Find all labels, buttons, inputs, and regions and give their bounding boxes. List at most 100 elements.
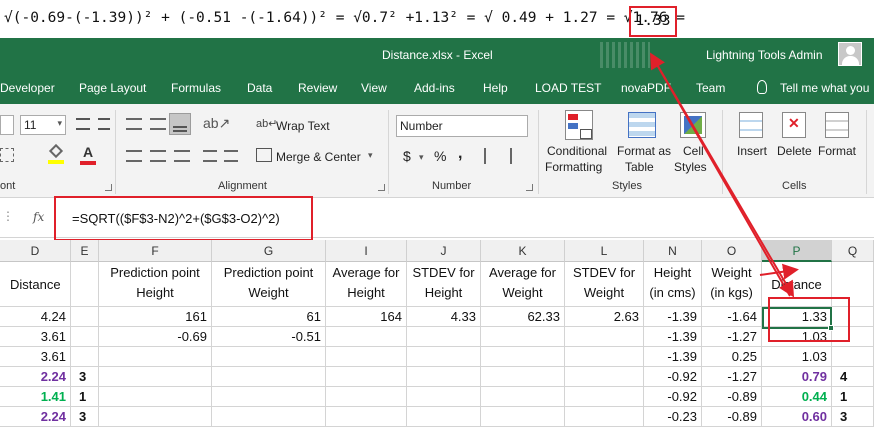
tab-add-ins[interactable]: Add-ins [414,81,455,95]
wrap-text-icon[interactable]: ab↵ [256,117,277,130]
column-header-k[interactable]: K [481,240,565,262]
decrease-indent-icon[interactable] [203,150,217,162]
cell-j-row-3[interactable]: 4.33 [407,307,481,327]
cell-o-row-8[interactable]: -0.89 [702,407,762,427]
top-align-icon[interactable] [126,118,142,130]
cell-e-row-3[interactable] [71,307,99,327]
cell-j-row-5[interactable] [407,347,481,367]
font-name-dropdown[interactable] [0,115,14,135]
cell-e-row-4[interactable] [71,327,99,347]
tab-help[interactable]: Help [483,81,508,95]
cell-l-row-8[interactable] [565,407,644,427]
column-header-l[interactable]: L [565,240,644,262]
cell-k-row-6[interactable] [481,367,565,387]
cell-d-row-5[interactable]: 3.61 [0,347,71,367]
tab-team[interactable]: Team [696,81,725,95]
insert-button[interactable]: Insert [737,144,767,158]
tab-review[interactable]: Review [298,81,337,95]
wrap-text-button[interactable]: Wrap Text [276,119,330,133]
align-center-icon[interactable] [150,150,166,162]
fill-color-icon[interactable] [48,143,64,164]
comma-button[interactable]: , [458,145,462,163]
increase-decimal-icon[interactable] [484,148,502,164]
tab-load-test[interactable]: LOAD TEST [535,81,601,95]
cell-n-row-7[interactable]: -0.92 [644,387,702,407]
header-average-weight[interactable]: Average for Weight [481,262,565,307]
tell-me-search[interactable]: Tell me what you [780,81,869,95]
cell-d-row-3[interactable]: 4.24 [0,307,71,327]
cell-d-row-6[interactable]: 2.24 [0,367,71,387]
delete-button[interactable]: Delete [777,144,812,158]
increase-indent-icon[interactable] [224,150,238,162]
header-distance[interactable]: Distance [0,262,71,307]
column-header-o[interactable]: O [702,240,762,262]
cell-p-row-6[interactable]: 0.79 [762,367,832,387]
more-options-icon[interactable]: ⋮ [2,209,14,223]
cell-n-row-8[interactable]: -0.23 [644,407,702,427]
cell-l-row-7[interactable] [565,387,644,407]
cell-n-row-6[interactable]: -0.92 [644,367,702,387]
tab-page-layout[interactable]: Page Layout [79,81,146,95]
cell-e-row-6[interactable]: 3 [71,367,99,387]
cell-k-row-8[interactable] [481,407,565,427]
avatar[interactable] [838,42,862,66]
cell-d-row-8[interactable]: 2.24 [0,407,71,427]
cell-o-row-7[interactable]: -0.89 [702,387,762,407]
align-left-icon[interactable] [126,150,142,162]
format-button[interactable]: Format [818,144,856,158]
bottom-align-icon[interactable] [169,113,191,135]
cell-j-row-4[interactable] [407,327,481,347]
decrease-decimal-icon[interactable] [510,148,528,164]
cell-i-row-6[interactable] [326,367,407,387]
cell-f-row-8[interactable] [99,407,212,427]
middle-align-icon[interactable] [150,118,166,130]
cell-p-row-8[interactable]: 0.60 [762,407,832,427]
number-dialog-launcher-icon[interactable] [526,184,533,191]
font-dialog-launcher-icon[interactable] [105,184,112,191]
cell-i-row-4[interactable] [326,327,407,347]
cell-j-row-8[interactable] [407,407,481,427]
cell-o-row-5[interactable]: 0.25 [702,347,762,367]
header-stdev-weight[interactable]: STDEV for Weight [565,262,644,307]
cell-l-row-5[interactable] [565,347,644,367]
column-header-p[interactable]: P [762,240,832,262]
chevron-down-icon[interactable]: ▾ [368,150,373,161]
tab-developer[interactable]: Developer [0,81,55,95]
column-header-f[interactable]: F [99,240,212,262]
cell-g-row-8[interactable] [212,407,326,427]
cell-n-row-4[interactable]: -1.39 [644,327,702,347]
cell-e-row-7[interactable]: 1 [71,387,99,407]
increase-font-icon[interactable] [76,118,90,130]
cell-styles-label-1[interactable]: Cell [683,144,704,158]
insert-function-icon[interactable]: fx [33,210,44,224]
number-format-dropdown[interactable]: Number [396,115,528,137]
cell-o-row-4[interactable]: -1.27 [702,327,762,347]
cell-q-row-5[interactable] [832,347,874,367]
conditional-formatting-icon[interactable] [565,110,593,140]
column-header-j[interactable]: J [407,240,481,262]
format-as-table-icon[interactable] [628,112,656,138]
merge-center-button[interactable]: Merge & Center [276,150,361,164]
cell-g-row-3[interactable]: 61 [212,307,326,327]
header-prediction-height[interactable]: Prediction point Height [99,262,212,307]
cell-g-row-4[interactable]: -0.51 [212,327,326,347]
user-name[interactable]: Lightning Tools Admin [706,48,823,62]
cell-j-row-6[interactable] [407,367,481,387]
cell-n-row-5[interactable]: -1.39 [644,347,702,367]
cell-g-row-7[interactable] [212,387,326,407]
borders-icon[interactable] [0,148,14,162]
delete-cells-icon[interactable]: ✕ [782,112,806,138]
tab-data[interactable]: Data [247,81,272,95]
cell-i-row-3[interactable]: 164 [326,307,407,327]
cell-e-header[interactable] [71,262,99,307]
font-size-dropdown[interactable]: 11 ▾ [20,115,66,135]
cell-i-row-5[interactable] [326,347,407,367]
cell-d-row-7[interactable]: 1.41 [0,387,71,407]
cell-f-row-3[interactable]: 161 [99,307,212,327]
cell-n-row-3[interactable]: -1.39 [644,307,702,327]
cell-p-row-7[interactable]: 0.44 [762,387,832,407]
chevron-down-icon[interactable]: ▾ [419,152,424,163]
cell-o-row-6[interactable]: -1.27 [702,367,762,387]
cell-i-row-7[interactable] [326,387,407,407]
cell-d-row-4[interactable]: 3.61 [0,327,71,347]
